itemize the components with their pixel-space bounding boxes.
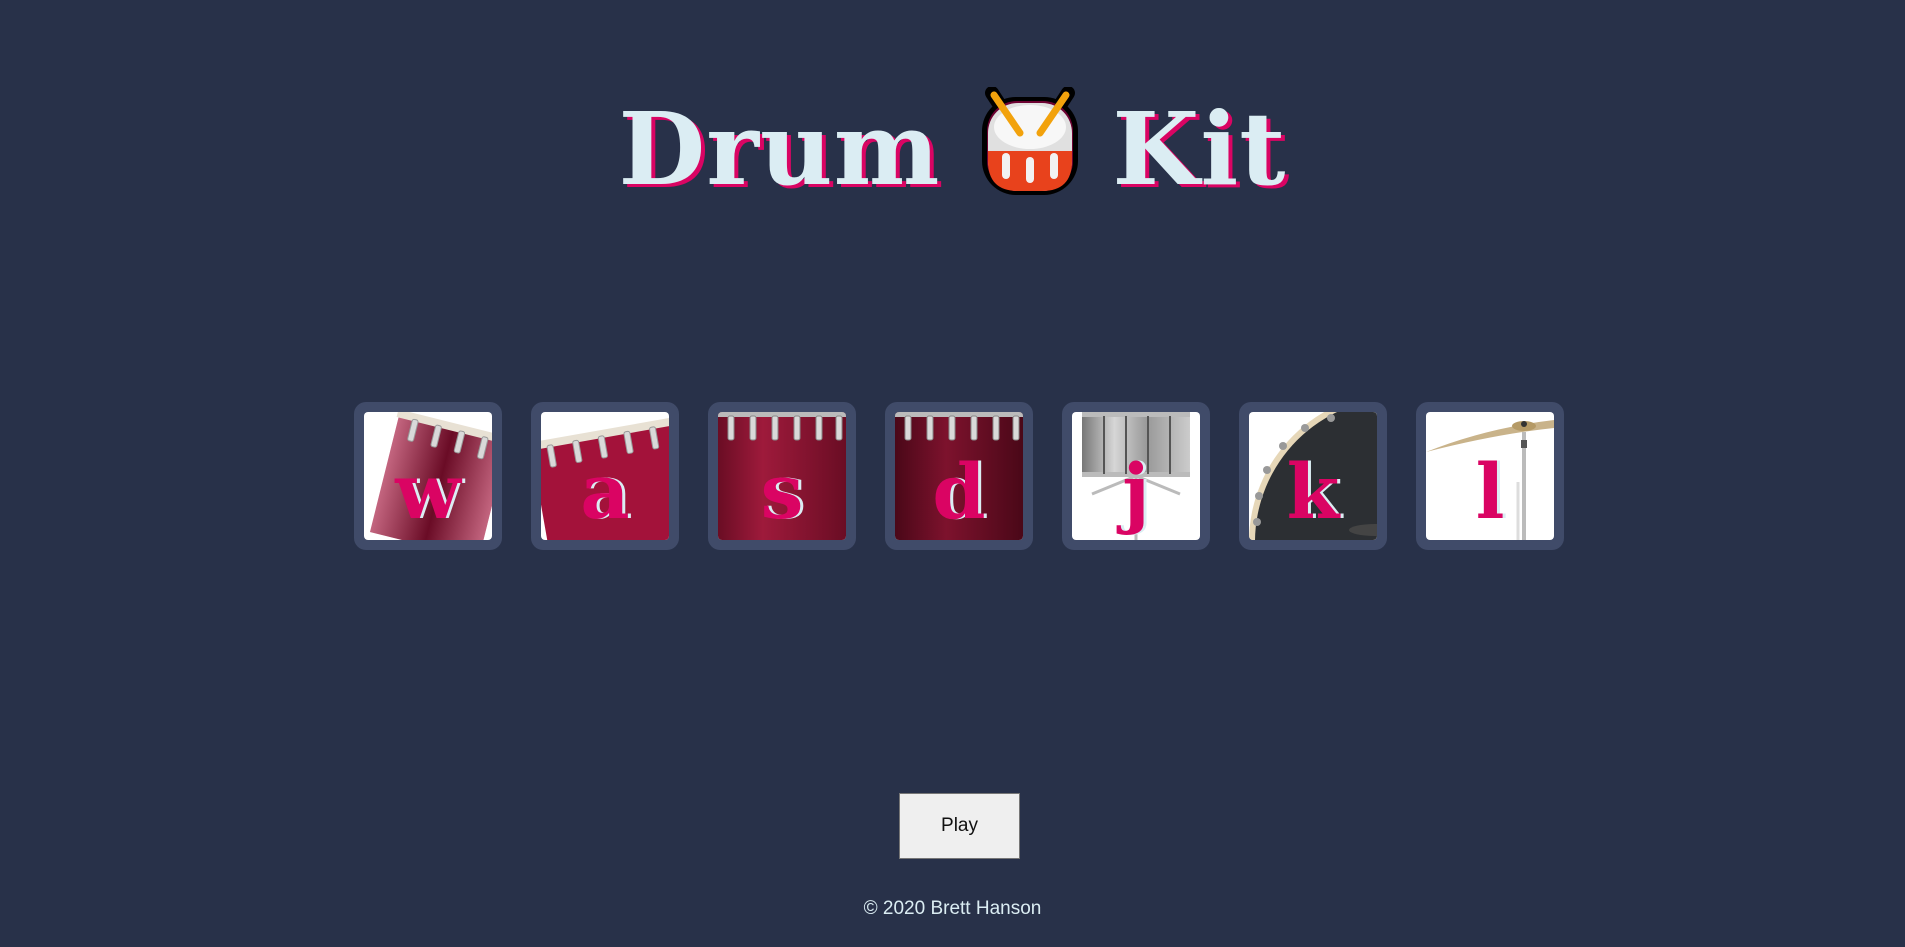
drum-button-l[interactable]: l — [1416, 402, 1564, 550]
drum-button-w[interactable]: w — [354, 402, 502, 550]
drum-button-s[interactable]: s — [708, 402, 856, 550]
footer-copyright: © 2020 Brett Hanson — [863, 898, 1042, 919]
drum-set: w a s d j k l — [354, 402, 1566, 550]
drum-key-label: w — [395, 447, 461, 536]
drum-key-label: a — [580, 447, 630, 536]
title-kit-word: Kit — [1112, 90, 1287, 209]
drum-key-label: l — [1475, 447, 1505, 536]
title-drum-word: Drum — [618, 90, 941, 209]
drum-button-k[interactable]: k — [1239, 402, 1387, 550]
drum-key-label: k — [1286, 447, 1340, 536]
page: Drum Kit w a s d j k l Play © 2020 Brett… — [0, 0, 1905, 947]
drum-key-label: d — [932, 447, 986, 536]
drum-button-a[interactable]: a — [531, 402, 679, 550]
drum-key-label: j — [1122, 447, 1150, 536]
drum-button-d[interactable]: d — [885, 402, 1033, 550]
play-button[interactable]: Play — [899, 793, 1020, 859]
drum-button-j[interactable]: j — [1062, 402, 1210, 550]
page-title: Drum Kit — [0, 80, 1905, 209]
drum-key-label: s — [760, 447, 804, 536]
drum-emoji-icon — [978, 86, 1082, 199]
